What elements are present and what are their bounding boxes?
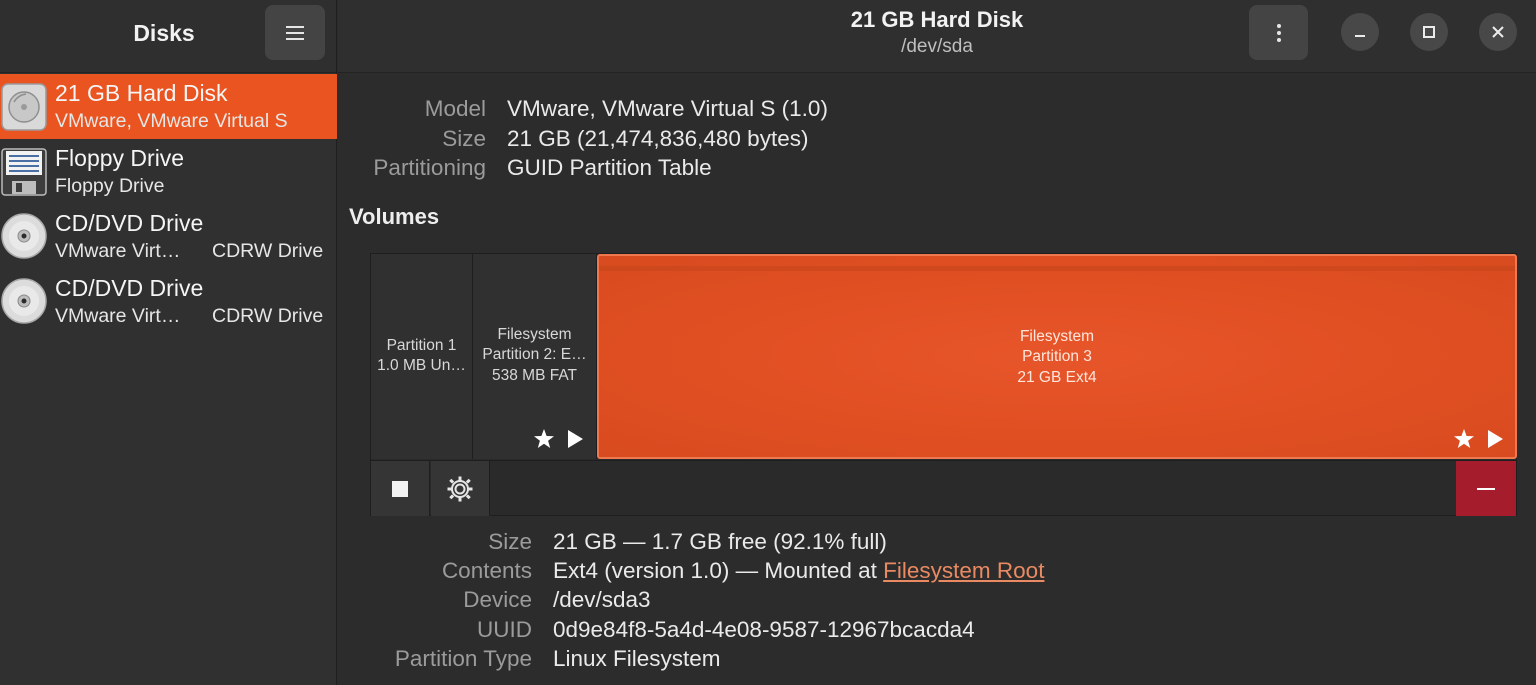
model-label: Model [424, 96, 486, 121]
sidebar: Disks 21 GB Hard Disk VMware, VMware Vir… [0, 0, 337, 685]
disk-item-type: CDRW Drive [212, 305, 324, 327]
partition-3-segment[interactable]: Filesystem Partition 3 21 GB Ext4 [597, 254, 1517, 459]
disk-item-model: Floppy Drive [55, 175, 165, 197]
partition-size-value: 21 GB — 1.7 GB free (92.1% full) [553, 529, 887, 554]
volumes-heading: Volumes [349, 204, 440, 229]
segment-size: 21 GB Ext4 [1017, 369, 1097, 386]
segment-label: Partition 1 [386, 337, 457, 354]
segment-size: 538 MB FAT [492, 367, 577, 384]
contents-text: Ext4 (version 1.0) — Mounted at [553, 558, 884, 583]
play-icon [1488, 430, 1503, 448]
floppy-icon [1, 148, 47, 196]
size-value: 21 GB (21,474,836,480 bytes) [507, 126, 809, 151]
disk-item-name: Floppy Drive [55, 145, 185, 171]
boot-star-icon [1454, 429, 1474, 448]
boot-star-icon [534, 429, 554, 448]
kebab-menu-icon [1276, 23, 1281, 42]
uuid-value: 0d9e84f8-5a4d-4e08-9587-12967bcacda4 [553, 617, 975, 642]
disk-item-model: VMware Virt… [55, 305, 181, 327]
segment-type: Filesystem [1019, 328, 1095, 345]
stop-icon [392, 480, 408, 497]
optical-disc-icon [1, 278, 47, 324]
maximize-icon [1423, 26, 1435, 38]
disk-item-hard-disk[interactable]: 21 GB Hard Disk VMware, VMware Virtual S [0, 74, 337, 139]
size-label: Size [442, 126, 486, 151]
device-value: /dev/sda3 [553, 587, 651, 612]
close-button[interactable] [1479, 13, 1517, 51]
minimize-button[interactable] [1341, 13, 1379, 51]
device-label: Device [463, 587, 532, 612]
disk-item-name: 21 GB Hard Disk [55, 80, 228, 106]
segment-type: Filesystem [497, 326, 572, 343]
partition-options-button[interactable] [431, 461, 490, 516]
partition-type-value: Linux Filesystem [553, 646, 721, 671]
disk-item-floppy[interactable]: Floppy Drive Floppy Drive [0, 139, 337, 204]
model-value: VMware, VMware Virtual S (1.0) [507, 96, 828, 121]
disk-item-type: CDRW Drive [212, 240, 324, 262]
drive-options-button[interactable] [1249, 5, 1308, 60]
disk-item-cd-dvd-2[interactable]: CD/DVD Drive VMware Virt… CDRW Drive [0, 269, 337, 334]
minimize-icon [1355, 35, 1365, 37]
disk-item-name: CD/DVD Drive [55, 275, 204, 301]
play-icon [568, 430, 583, 448]
close-icon [1492, 26, 1504, 38]
partition-2-segment[interactable]: Filesystem Partition 2: E… 538 MB FAT [473, 254, 597, 459]
header-bar: 21 GB Hard Disk /dev/sda [338, 0, 1536, 73]
disk-item-model: VMware, VMware Virtual S [55, 110, 288, 132]
partition-size-label: Size [488, 529, 532, 554]
volume-toolbar [371, 460, 1516, 516]
usage-bar [599, 266, 1515, 271]
disk-list: 21 GB Hard Disk VMware, VMware Virtual S… [0, 74, 337, 334]
sidebar-header: Disks [0, 0, 336, 73]
main-panel: 21 GB Hard Disk /dev/sda Model VMware, V… [338, 0, 1536, 685]
partitioning-value: GUID Partition Table [507, 155, 712, 180]
unmount-button[interactable] [371, 461, 430, 516]
partition-type-label: Partition Type [394, 646, 532, 671]
segment-label: Partition 3 [1022, 348, 1092, 365]
hard-disk-icon [1, 83, 47, 131]
uuid-label: UUID [477, 617, 532, 642]
minus-icon [1477, 487, 1495, 490]
main-menu-button[interactable] [265, 5, 325, 60]
maximize-button[interactable] [1410, 13, 1448, 51]
gear-icon [447, 476, 473, 501]
segment-size: 1.0 MB Un… [377, 357, 466, 374]
optical-disc-icon [1, 213, 47, 259]
delete-partition-button[interactable] [1456, 461, 1516, 516]
disk-item-cd-dvd-1[interactable]: CD/DVD Drive VMware Virt… CDRW Drive [0, 204, 337, 269]
contents-label: Contents [441, 558, 532, 583]
partition-1-segment[interactable]: Partition 1 1.0 MB Un… [371, 254, 473, 459]
segment-label: Partition 2: E… [482, 346, 587, 363]
hamburger-menu-icon [286, 25, 304, 40]
filesystem-root-link[interactable]: Filesystem Root [883, 558, 1044, 583]
disk-item-model: VMware Virt… [55, 240, 181, 262]
disk-item-name: CD/DVD Drive [55, 210, 204, 236]
partitioning-label: Partitioning [373, 155, 486, 180]
contents-value: Ext4 (version 1.0) — Mounted at Filesyst… [553, 558, 1044, 584]
volumes-graph: Partition 1 1.0 MB Un… Filesystem Partit… [370, 253, 1517, 516]
